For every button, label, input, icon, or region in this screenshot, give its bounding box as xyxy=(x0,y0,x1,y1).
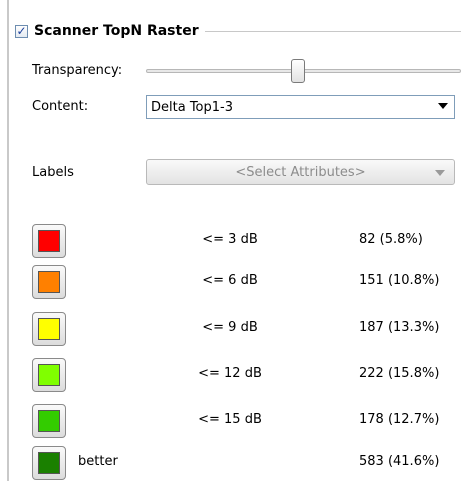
legend-count: 583 (41.6%) xyxy=(359,454,440,469)
legend-row: better 583 (41.6%) xyxy=(32,446,462,480)
content-label: Content: xyxy=(32,99,89,114)
labels-label: Labels xyxy=(32,165,74,180)
legend-range: <= 6 dB xyxy=(202,273,258,288)
color-swatch xyxy=(38,230,60,252)
legend-row: <= 15 dB 178 (12.7%) xyxy=(32,404,462,438)
chevron-down-icon xyxy=(435,170,445,176)
color-swatch xyxy=(38,410,60,432)
color-swatch xyxy=(38,318,60,340)
legend-row: <= 3 dB 82 (5.8%) xyxy=(32,224,462,258)
color-swatch-button[interactable] xyxy=(32,404,66,438)
transparency-label: Transparency: xyxy=(32,63,123,78)
legend-count: 151 (10.8%) xyxy=(359,273,440,288)
color-swatch-button[interactable] xyxy=(32,358,66,392)
color-swatch-button[interactable] xyxy=(32,224,66,258)
checkmark-icon: ✓ xyxy=(16,24,27,38)
legend-count: 222 (15.8%) xyxy=(359,366,440,381)
content-dropdown-value: Delta Top1-3 xyxy=(151,99,233,115)
labels-attribute-placeholder: <Select Attributes> xyxy=(235,164,366,180)
legend-range: <= 9 dB xyxy=(202,320,258,335)
transparency-slider-thumb[interactable] xyxy=(291,59,305,83)
legend-count: 178 (12.7%) xyxy=(359,412,440,427)
legend-count: 187 (13.3%) xyxy=(359,320,440,335)
labels-attribute-dropdown[interactable]: <Select Attributes> xyxy=(146,159,455,185)
legend-range: <= 3 dB xyxy=(202,232,258,247)
color-swatch xyxy=(38,364,60,386)
legend-row: <= 6 dB 151 (10.8%) xyxy=(32,265,462,299)
color-swatch-button[interactable] xyxy=(32,265,66,299)
legend-range: <= 15 dB xyxy=(198,412,262,427)
layer-visibility-checkbox[interactable]: ✓ xyxy=(15,24,28,38)
color-swatch xyxy=(38,271,60,293)
legend-row: <= 9 dB 187 (13.3%) xyxy=(32,312,462,346)
content-dropdown[interactable]: Delta Top1-3 xyxy=(146,95,455,119)
chevron-down-icon xyxy=(438,103,448,109)
color-swatch-button[interactable] xyxy=(32,446,66,480)
panel-left-border xyxy=(7,0,9,481)
legend-row: <= 12 dB 222 (15.8%) xyxy=(32,358,462,392)
group-header: ✓ Scanner TopN Raster xyxy=(15,21,461,41)
legend-count: 82 (5.8%) xyxy=(359,232,423,247)
legend-label: better xyxy=(78,454,118,469)
color-swatch xyxy=(38,452,60,474)
group-divider xyxy=(204,31,461,32)
legend-range: <= 12 dB xyxy=(198,366,262,381)
group-title: Scanner TopN Raster xyxy=(34,23,199,39)
color-swatch-button[interactable] xyxy=(32,312,66,346)
